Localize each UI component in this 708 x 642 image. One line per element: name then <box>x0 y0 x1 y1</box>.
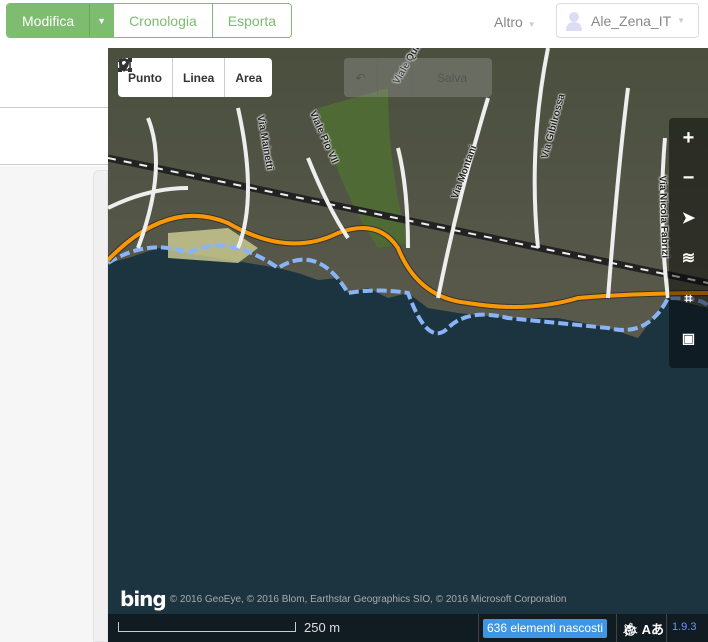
history-button[interactable]: Cronologia <box>113 4 212 37</box>
more-label: Altro <box>494 14 523 30</box>
sidebar-header <box>0 48 108 108</box>
export-button[interactable]: Esporta <box>211 4 292 37</box>
chevron-down-icon: ▼ <box>677 16 686 25</box>
zoom-in-icon[interactable]: + <box>669 118 708 158</box>
top-bar: Modifica ▼ Cronologia Esporta Altro ▼ Ale… <box>0 0 708 48</box>
mode-switcher: Modifica ▼ Cronologia Esporta <box>6 3 293 38</box>
avatar-icon <box>566 11 582 31</box>
map-controls: + − ➤ ≋ ⌗ ▣ <box>669 118 708 368</box>
edit-dropdown-caret-icon[interactable]: ▼ <box>89 4 114 37</box>
geolocate-icon[interactable]: ➤ <box>669 198 708 238</box>
draw-toolbar: Punto Linea Area <box>118 58 273 97</box>
user-menu[interactable]: Ale_Zena_IT ▼ <box>556 3 699 38</box>
attribution-text[interactable]: © 2016 GeoEye, © 2016 Blom, Earthstar Ge… <box>170 594 567 605</box>
sidebar-panel <box>93 170 108 642</box>
divider <box>478 614 479 642</box>
edit-button[interactable]: Modifica <box>7 4 90 37</box>
map-canvas[interactable]: Via Mainetti Viale Pio VII Viale Quarara… <box>108 48 708 614</box>
add-area-button[interactable]: Area <box>118 58 272 97</box>
add-line-button[interactable]: Linea <box>118 58 224 97</box>
bug-report-icon[interactable]: 🐞︎ Aあ <box>622 619 664 638</box>
save-button[interactable]: Salva <box>412 58 492 97</box>
sidebar-body <box>0 166 108 642</box>
more-menu[interactable]: Altro ▼ <box>494 14 536 30</box>
user-name: Ale_Zena_IT <box>591 12 672 29</box>
footer: 250 m 636 elementi nascosti 🐞︎ Aあ 1.9.3 <box>108 614 708 642</box>
map-imagery <box>108 48 708 338</box>
scale-bar[interactable] <box>118 622 296 632</box>
chevron-down-icon: ▼ <box>527 20 536 29</box>
layers-icon[interactable]: ≋ <box>669 238 708 278</box>
divider <box>666 614 667 642</box>
zoom-out-icon[interactable]: − <box>669 158 708 198</box>
divider <box>616 614 617 642</box>
history-toolbar: ↶ Salva <box>344 58 492 97</box>
scale-label: 250 m <box>304 620 341 635</box>
hidden-features-badge[interactable]: 636 elementi nascosti <box>483 619 608 638</box>
imagery-attribution: bing © 2016 GeoEye, © 2016 Blom, Earthst… <box>120 587 566 611</box>
translate-icon[interactable]: Aあ <box>642 622 664 637</box>
bing-logo: bing <box>120 587 167 611</box>
undo-icon[interactable]: ↶ <box>344 58 378 97</box>
help-icon[interactable]: ▣ <box>669 318 708 358</box>
redo-icon[interactable] <box>378 58 412 97</box>
sidebar-search[interactable] <box>0 108 108 165</box>
sidebar <box>0 48 108 642</box>
version-link[interactable]: 1.9.3 <box>672 621 696 633</box>
map-data-icon[interactable]: ⌗ <box>669 278 708 318</box>
area-icon <box>118 58 132 72</box>
